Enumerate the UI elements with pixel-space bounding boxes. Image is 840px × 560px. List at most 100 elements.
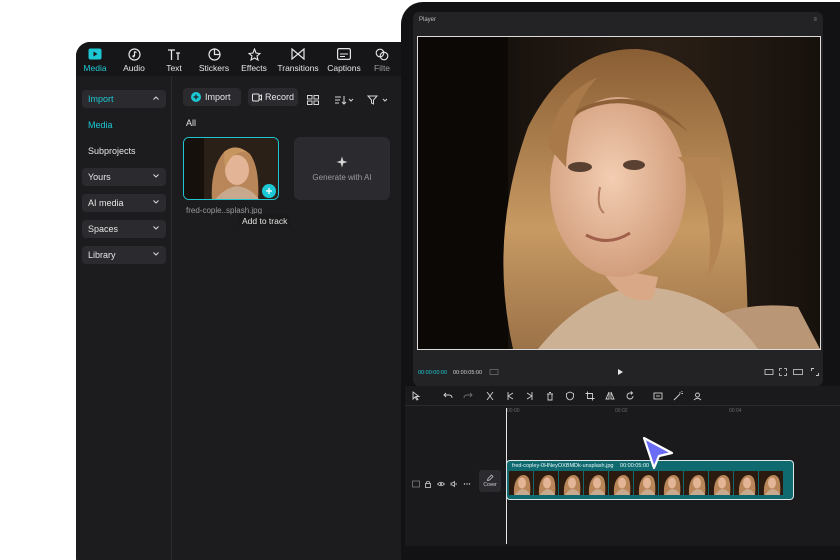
time-ruler[interactable]: 00:00 00:02 00:04 [503,406,840,418]
clip-frame [559,471,583,495]
camera-icon [252,93,262,101]
fullscreen-icon[interactable] [810,367,820,377]
clip-frame [584,471,608,495]
clip-frame [609,471,633,495]
clip-frame [684,471,708,495]
app-root: Media Audio Text Stickers Effects Transi… [0,0,840,560]
split-right-icon[interactable] [525,391,535,401]
sidebar-item-library[interactable]: Library [82,246,166,264]
tab-label-media: Media [83,63,107,73]
media-icon [88,47,102,61]
portrait-preview-image [418,37,820,349]
tab-label-captions: Captions [327,63,361,73]
audio-icon [127,47,141,61]
effects-icon [247,47,261,61]
transitions-icon [291,47,305,61]
sort-icon[interactable] [334,92,354,110]
magic-wand-icon[interactable] [673,391,683,401]
menu-icon[interactable]: ≡ [813,17,817,23]
sidebar-item-spaces[interactable]: Spaces [82,220,166,238]
ruler-mark: 00:02 [615,408,628,414]
sidebar-item-import[interactable]: Import [82,90,166,108]
edit-pencil-icon [487,474,494,481]
playhead[interactable] [506,408,507,544]
undo-icon[interactable] [443,391,453,401]
plus-icon [266,188,272,194]
select-cursor-icon[interactable] [411,391,421,401]
tab-filters[interactable]: Filte [370,47,394,73]
cover-label: Cover [483,482,497,488]
tab-text[interactable]: Text [162,47,186,73]
track-type-icon [412,480,420,488]
play-icon[interactable] [615,367,625,377]
media-thumbnail[interactable] [183,137,279,200]
avatar-effect-icon[interactable] [693,391,703,401]
generate-with-ai-card[interactable]: Generate with AI [294,137,390,200]
clip-frame [734,471,758,495]
ratio-select-icon[interactable] [793,367,803,377]
lock-icon[interactable] [424,480,432,488]
cover-button[interactable]: Cover [479,470,501,492]
ruler-mark: 00:04 [729,408,742,414]
tab-captions[interactable]: Captions [326,47,362,73]
pointer-cursor-icon [642,436,674,470]
record-button-label: Record [265,92,295,102]
redo-icon[interactable] [463,391,473,401]
quality-icon[interactable] [764,367,774,377]
grid-view-icon[interactable] [307,92,319,110]
chevron-down-icon [153,174,159,178]
timeline-toolbar [405,386,840,406]
sidebar-item-media[interactable]: Media [88,120,113,130]
chevron-up-icon [153,96,159,100]
clip-frame [634,471,658,495]
video-preview[interactable] [417,36,821,350]
media-sidebar: Import Media Subprojects Yours AI media … [76,76,172,560]
sidebar-item-yours[interactable]: Yours [82,168,166,186]
sidebar-item-subprojects[interactable]: Subprojects [88,146,136,156]
delete-icon[interactable] [545,391,555,401]
stickers-icon [207,47,221,61]
tab-label-transitions: Transitions [277,63,319,73]
split-left-icon[interactable] [505,391,515,401]
crop-tool-icon[interactable] [585,391,595,401]
import-button[interactable]: Import [183,88,241,106]
add-to-track-button[interactable] [262,184,276,198]
shield-icon[interactable] [565,391,575,401]
more-icon[interactable] [463,480,471,488]
ratio-icon[interactable] [489,367,499,377]
record-button[interactable]: Record [248,88,298,106]
rotate-icon[interactable] [625,391,635,401]
tab-stickers[interactable]: Stickers [196,47,232,73]
current-time: 00:00:00:00 [418,370,448,376]
tab-label-effects: Effects [241,63,267,73]
clip-label: fred-copley-0HNeyOXBMDk-unsplash.jpg 00:… [512,463,649,469]
clip-frame [509,471,533,495]
freeze-frame-icon[interactable] [653,391,663,401]
tablet-device: Player ≡ 00:00:00:00 00:00:05:00 00:00 0… [401,2,840,560]
visibility-icon[interactable] [437,480,445,488]
split-icon[interactable] [485,391,495,401]
filter-icon[interactable] [366,92,389,110]
flip-icon[interactable] [605,391,615,401]
sidebar-item-label: Library [88,250,116,260]
tab-label-stickers: Stickers [198,63,230,73]
tab-label-text: Text [166,63,182,73]
generate-with-ai-label: Generate with AI [312,172,372,182]
tab-audio[interactable]: Audio [120,47,148,73]
volume-icon[interactable] [450,480,458,488]
tab-transitions[interactable]: Transitions [276,47,320,73]
clip-frame [709,471,733,495]
clip-filename: fred-copley-0HNeyOXBMDk-unsplash.jpg [512,463,614,469]
tab-effects[interactable]: Effects [238,47,270,73]
tab-media[interactable]: Media [82,47,108,73]
clip-frames [509,471,784,495]
tab-label-filters: Filte [373,63,391,73]
text-icon [167,47,181,61]
ruler-mark: 00:00 [507,408,520,414]
chevron-down-icon [153,252,159,256]
timeline-panel: 00:00 00:02 00:04 Cover fred-copley-0HNe… [405,406,840,546]
add-to-track-tooltip: Add to track [238,214,292,228]
clip-frame [759,471,783,495]
sidebar-item-ai-media[interactable]: AI media [82,194,166,212]
crop-icon[interactable] [778,367,788,377]
